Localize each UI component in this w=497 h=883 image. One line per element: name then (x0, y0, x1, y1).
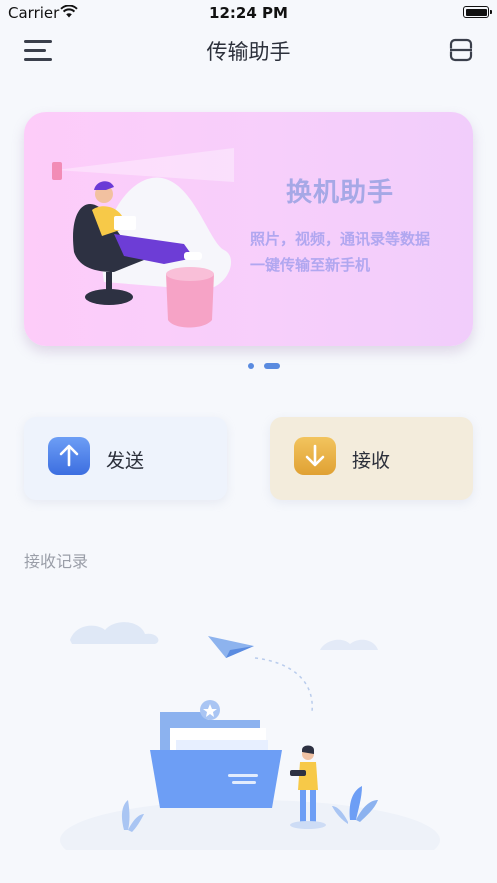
scan-button[interactable] (449, 38, 473, 62)
scan-icon (449, 38, 473, 62)
receive-records-title: 接收记录 (24, 552, 89, 571)
pager-dot[interactable] (248, 363, 254, 369)
navigation-bar: 传输助手 (0, 26, 497, 74)
page-title: 传输助手 (206, 40, 291, 64)
pager-dot-active[interactable] (264, 363, 280, 369)
empty-folder-illustration (60, 622, 440, 850)
arrow-down-icon (294, 437, 336, 475)
person-relaxing-illustration (52, 148, 234, 328)
banner-subtitle-line-2: 一键传输至新手机 (250, 256, 371, 274)
status-bar: Carrier 12:24 PM (0, 0, 497, 26)
receive-label: 接收 (352, 450, 391, 472)
send-button[interactable]: 发送 (24, 417, 227, 500)
status-time: 12:24 PM (209, 4, 288, 22)
banner-subtitle-line-1: 照片，视频，通讯录等数据 (250, 230, 431, 248)
battery-icon (463, 6, 492, 18)
send-label: 发送 (106, 450, 145, 472)
banner-title: 换机助手 (285, 178, 394, 208)
receive-button[interactable]: 接收 (270, 417, 473, 500)
arrow-up-icon (48, 437, 90, 475)
promo-banner[interactable]: 换机助手 照片，视频，通讯录等数据 一键传输至新手机 (24, 112, 473, 346)
